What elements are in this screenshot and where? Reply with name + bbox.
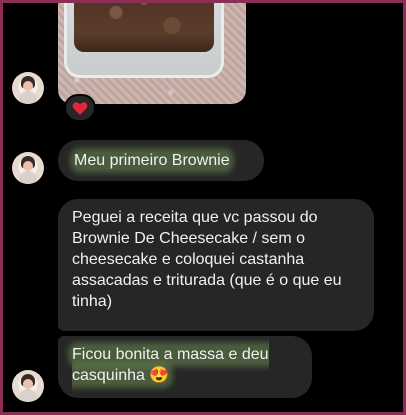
photo-message[interactable]: [58, 0, 246, 104]
heart-reaction[interactable]: [64, 94, 96, 122]
message-bubble[interactable]: Ficou bonita a massa e deu casquinha 😍: [58, 336, 312, 398]
avatar[interactable]: [12, 370, 44, 402]
message-text: Peguei a receita que vc passou do Browni…: [72, 209, 342, 310]
avatar[interactable]: [12, 72, 44, 104]
message-bubble[interactable]: Meu primeiro Brownie: [58, 140, 264, 181]
message-text: Ficou bonita a massa e deu casquinha 😍: [72, 346, 269, 384]
brownie-photo: [64, 0, 224, 78]
avatar[interactable]: [12, 152, 44, 184]
message-bubble[interactable]: Peguei a receita que vc passou do Browni…: [58, 199, 374, 331]
message-text: Meu primeiro Brownie: [74, 152, 230, 169]
chat-thread: Meu primeiro Brownie Peguei a receita qu…: [0, 0, 406, 415]
heart-icon: [72, 101, 88, 115]
